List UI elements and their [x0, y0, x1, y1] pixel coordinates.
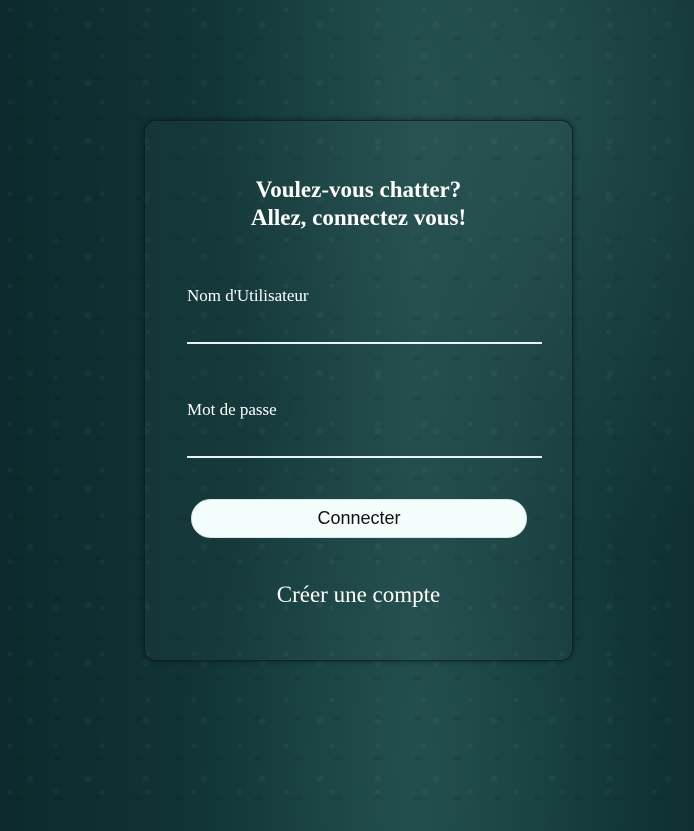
- password-field-group: Mot de passe: [187, 400, 542, 458]
- login-title-line1: Voulez-vous chatter?: [255, 177, 462, 202]
- login-title: Voulez-vous chatter? Allez, connectez vo…: [145, 176, 572, 232]
- connect-button[interactable]: Connecter: [191, 499, 527, 538]
- password-input[interactable]: [187, 428, 542, 458]
- username-field-group: Nom d'Utilisateur: [187, 286, 542, 344]
- password-label: Mot de passe: [187, 400, 277, 419]
- create-account-link[interactable]: Créer une compte: [145, 581, 572, 609]
- username-label: Nom d'Utilisateur: [187, 286, 309, 305]
- username-input[interactable]: [187, 314, 542, 344]
- login-card: Voulez-vous chatter? Allez, connectez vo…: [144, 120, 573, 661]
- login-title-line2: Allez, connectez vous!: [250, 205, 467, 230]
